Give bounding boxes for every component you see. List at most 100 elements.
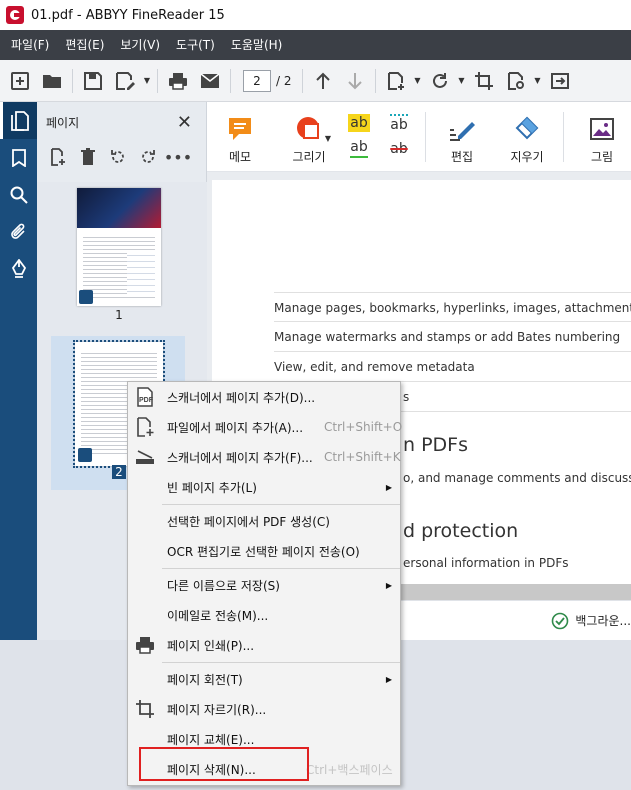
menu-item-label: 선택한 페이지에서 PDF 생성(C) — [167, 514, 330, 529]
save-edit-icon — [116, 71, 135, 90]
menu-item-shortcut: Ctrl+백스페이스 — [306, 762, 393, 777]
thumbnail-cover-image — [77, 188, 161, 228]
menu-save-as[interactable]: 다른 이름으로 저장(S) ▶ — [128, 570, 400, 600]
rotate-dropdown-icon[interactable]: ▼ — [456, 65, 468, 97]
folder-icon — [43, 74, 61, 88]
check-circle-icon — [552, 612, 569, 629]
delete-page-highlight-box — [139, 747, 309, 781]
menu-item-label: 페이지 인쇄(P)... — [167, 638, 255, 653]
text-page-icon — [79, 290, 93, 304]
new-document-icon — [11, 71, 29, 90]
open-button[interactable] — [36, 65, 68, 97]
close-icon[interactable]: ✕ — [177, 112, 192, 133]
menu-help[interactable]: 도움말(H) — [223, 30, 291, 60]
menu-add-blank-page[interactable]: 빈 페이지 추가(L) ▶ — [128, 472, 400, 502]
svg-text:PDF: PDF — [139, 397, 154, 404]
menu-send-to-ocr-editor[interactable]: OCR 편집기로 선택한 페이지 전송(O) — [128, 536, 400, 566]
menu-item-shortcut: Ctrl+Shift+O — [324, 420, 403, 434]
add-page-dropdown-icon[interactable]: ▼ — [412, 65, 424, 97]
menu-view[interactable]: 보기(V) — [112, 30, 168, 60]
next-page-button[interactable] — [339, 65, 371, 97]
attachments-tab[interactable] — [0, 213, 37, 250]
insert-text-button[interactable]: ab ab — [387, 102, 411, 172]
arrow-up-icon — [315, 72, 330, 89]
toolbar-divider — [72, 68, 73, 93]
email-button[interactable] — [194, 65, 226, 97]
menu-add-from-scanner[interactable]: 스캐너에서 페이지 추가(F)... Ctrl+Shift+K — [128, 442, 401, 472]
menu-send-email[interactable]: 이메일로 전송(M)... — [128, 600, 400, 630]
erase-label: 지우기 — [510, 150, 544, 164]
edit-button[interactable]: 편집 — [447, 102, 477, 172]
toolbar-divider — [230, 68, 231, 93]
pen-nib-icon — [11, 258, 26, 278]
export-icon — [550, 72, 569, 89]
rotate-left-icon[interactable] — [107, 146, 129, 168]
pdf-scan-icon: PDF — [134, 386, 156, 408]
menu-tools[interactable]: 도구(T) — [168, 30, 223, 60]
page-number-input[interactable]: 2 — [243, 69, 271, 92]
highlight-text-button[interactable]: ab ab — [347, 102, 371, 172]
background-status-text: 백그라운... — [575, 614, 631, 628]
edit-label: 편집 — [450, 150, 474, 164]
scanner-icon — [134, 446, 156, 468]
printer-icon — [169, 72, 187, 90]
menu-add-from-scanner-pdf[interactable]: PDF 스캐너에서 페이지 추가(D)... — [128, 382, 400, 412]
add-page-button[interactable] — [380, 65, 412, 97]
add-page-icon[interactable] — [47, 146, 69, 168]
image-button[interactable]: 그림 — [587, 102, 617, 172]
menu-file[interactable]: 파일(F) — [0, 30, 57, 60]
new-task-button[interactable] — [4, 65, 36, 97]
save-button[interactable] — [77, 65, 109, 97]
mail-icon — [200, 72, 220, 88]
crop-button[interactable] — [468, 65, 500, 97]
menu-rotate-page[interactable]: 페이지 회전(T) ▶ — [128, 664, 400, 694]
paperclip-icon — [10, 223, 25, 239]
add-file-icon — [134, 416, 156, 438]
memo-button[interactable]: 메모 — [223, 102, 257, 172]
page-number-1: 1 — [115, 308, 123, 322]
pages-tab[interactable] — [0, 102, 37, 139]
menu-item-label: 스캐너에서 페이지 추가(F)... — [167, 450, 313, 465]
submenu-arrow-icon: ▶ — [385, 482, 392, 492]
save-as-button[interactable] — [109, 65, 141, 97]
previous-page-button[interactable] — [307, 65, 339, 97]
rotate-right-icon[interactable] — [137, 146, 159, 168]
menu-print-page[interactable]: 페이지 인쇄(P)... — [128, 630, 400, 660]
menu-item-label: 파일에서 페이지 추가(A)... — [167, 420, 304, 435]
export-button[interactable] — [544, 65, 576, 97]
menu-item-label: 빈 페이지 추가(L) — [167, 480, 257, 495]
print-button[interactable] — [162, 65, 194, 97]
trash-icon[interactable] — [77, 146, 99, 168]
ribbon-divider — [425, 112, 426, 162]
draw-dropdown-icon[interactable]: ▼ — [322, 122, 334, 154]
underline-icon: ab — [350, 138, 368, 158]
signatures-tab[interactable] — [0, 250, 37, 287]
navigation-sidebar — [0, 102, 37, 640]
page-thumbnail-1[interactable] — [77, 188, 161, 306]
page-recognize-button[interactable] — [500, 65, 532, 97]
toolbar-divider — [301, 68, 303, 93]
print-icon — [134, 634, 156, 656]
thumbnail-table — [127, 250, 155, 296]
page-context-menu: PDF 스캐너에서 페이지 추가(D)... 파일에서 페이지 추가(A)...… — [127, 381, 403, 786]
submenu-arrow-icon: ▶ — [385, 674, 392, 684]
page-total: / 2 — [276, 73, 292, 88]
save-dropdown-icon[interactable]: ▼ — [141, 65, 153, 97]
pages-icon — [11, 110, 29, 131]
menu-create-pdf-from-selected[interactable]: 선택한 페이지에서 PDF 생성(C) — [128, 506, 400, 536]
menu-add-from-file[interactable]: 파일에서 페이지 추가(A)... Ctrl+Shift+O — [128, 412, 403, 442]
menu-item-label: 스캐너에서 페이지 추가(D)... — [167, 390, 316, 405]
submenu-arrow-icon: ▶ — [385, 580, 392, 590]
menu-crop-page[interactable]: 페이지 자르기(R)... — [128, 694, 400, 724]
rotate-button[interactable] — [424, 65, 456, 97]
erase-button[interactable]: 지우기 — [507, 102, 547, 172]
draw-label: 그리기 — [292, 150, 326, 164]
more-options-icon[interactable]: ••• — [164, 146, 192, 168]
image-icon — [590, 118, 614, 140]
recognize-dropdown-icon[interactable]: ▼ — [532, 65, 544, 97]
memo-icon — [229, 118, 251, 140]
toolbar-divider — [374, 68, 376, 93]
bookmarks-tab[interactable] — [0, 139, 37, 176]
search-tab[interactable] — [0, 176, 37, 213]
menu-edit[interactable]: 편집(E) — [57, 30, 112, 60]
